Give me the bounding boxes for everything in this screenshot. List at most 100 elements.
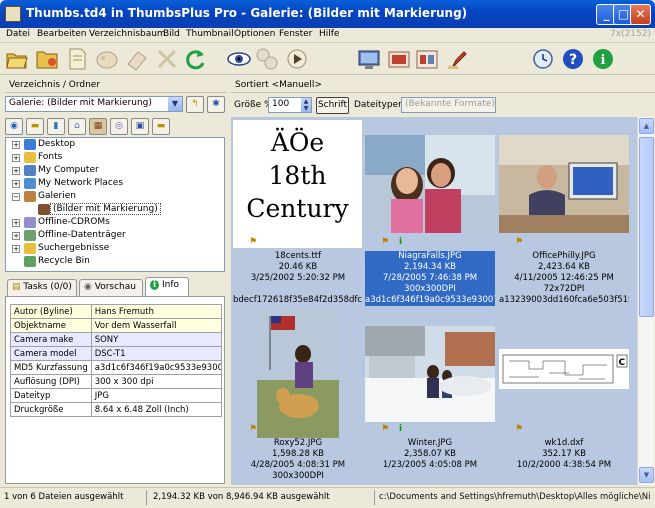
info-table: Autor (Byline) Hans Fremuth Objektname Vor… [10, 304, 223, 417]
print-icon[interactable] [414, 46, 440, 72]
collapse-icon[interactable]: − [12, 193, 20, 201]
expand-icon[interactable]: + [12, 167, 20, 175]
tasks-icon: ▤ [12, 282, 21, 292]
scroll-up-icon[interactable]: ▲ [639, 118, 654, 134]
menu-hilfe[interactable]: Hilfe [319, 29, 339, 39]
thumb-filename: 18cents.ttf [274, 251, 322, 261]
thumbnail-officephilly[interactable]: ⚑ OfficePhilly.JPG 2,423.64 KB 4/11/2005… [499, 120, 629, 305]
thumb-date: 1/23/2005 4:05:08 PM [382, 460, 478, 470]
eraser-icon[interactable] [124, 46, 150, 72]
folder-up-button[interactable]: ↰ [186, 96, 204, 113]
tab-info[interactable]: i Info [145, 277, 189, 296]
collapse-icon[interactable] [154, 46, 180, 72]
thumb-filesize: 2,358.07 KB [404, 449, 456, 459]
tree-cdrom-icon[interactable]: ◎ [110, 118, 128, 135]
gallery-scrollbar[interactable]: ▲ ▼ [637, 117, 654, 485]
spinner-icon[interactable]: ▲ ▼ [301, 98, 311, 112]
view-eye-icon[interactable] [226, 46, 252, 72]
scroll-down-icon[interactable]: ▼ [639, 467, 654, 483]
monitor-icon[interactable] [356, 46, 382, 72]
clock-icon[interactable] [530, 46, 556, 72]
thumbnail-roxy52[interactable]: ⚑ Roxy52.JPG 1,598.28 KB 4/28/2005 4:08:… [233, 307, 363, 485]
menu-datei[interactable]: Datei [6, 29, 30, 39]
tree-desktop-icon[interactable]: ◉ [5, 118, 23, 135]
tree-network-icon[interactable]: ⌂ [68, 118, 86, 135]
tree-search-folder-icon[interactable]: ▬ [152, 118, 170, 135]
scan-icon[interactable] [386, 46, 412, 72]
chevron-down-icon[interactable]: ▼ [168, 97, 182, 111]
expand-icon[interactable]: + [12, 219, 20, 227]
thumb-filesize: 2,423.64 KB [538, 262, 590, 272]
tree-toolbar: ◉ ▬ ▮ ⌂ ▦ ◎ ▣ ▬ [5, 118, 227, 135]
folder-tag-icon[interactable] [34, 46, 60, 72]
info-panel: Autor (Byline) Hans Fremuth Objektname Vor… [5, 296, 225, 484]
folder-pane-header: Verzeichnis / Ordner [5, 78, 227, 93]
info-value: SONY [90, 332, 223, 347]
help-icon[interactable]: ? [560, 46, 586, 72]
palette-icon[interactable] [94, 46, 120, 72]
table-row: Autor (Byline) Hans Fremuth [10, 304, 223, 319]
thumb-date: 3/25/2002 5:20:32 PM [250, 273, 346, 283]
slideshow-icon[interactable] [284, 46, 310, 72]
niagara-photo [365, 135, 495, 233]
expand-icon[interactable]: + [12, 141, 20, 149]
info-value: 8.64 x 6.48 Zoll (Inch) [90, 402, 223, 417]
mark-flag-icon: ⚑ [515, 237, 524, 247]
filetypes-select[interactable]: (Bekannte Formate) [401, 97, 496, 113]
scroll-thumb[interactable] [639, 137, 654, 317]
table-row: Camera make SONY [10, 332, 223, 347]
status-bar: 1 von 6 Dateien ausgewählt 2,194.32 KB v… [0, 487, 655, 508]
info-icon: i [150, 280, 160, 290]
document-icon[interactable] [64, 46, 90, 72]
tree-disk-icon[interactable]: ▣ [131, 118, 149, 135]
thumb-filesize: 2,194.34 KB [404, 262, 456, 272]
film-icon[interactable] [254, 46, 280, 72]
tree-gallery-icon[interactable]: ▦ [89, 118, 107, 135]
refresh-icon[interactable] [182, 46, 208, 72]
tree-folder-icon[interactable]: ▬ [26, 118, 44, 135]
expand-icon[interactable]: + [12, 180, 20, 188]
menu-bearbeiten[interactable]: Bearbeiten [37, 29, 86, 39]
pin-icon[interactable] [444, 46, 470, 72]
thumbnail-18cents[interactable]: ÄÖe 18th Century ⚑ 18cents.ttf 20.46 KB … [233, 120, 363, 305]
gallery-select-value: Galerie: (Bilder mit Markierung) [9, 98, 152, 108]
tree-label: Desktop [38, 139, 76, 149]
menu-bild[interactable]: Bild [163, 29, 180, 39]
menu-fenster[interactable]: Fenster [279, 29, 312, 39]
size-input[interactable]: 100 ▲ ▼ [268, 97, 312, 113]
tree-label: Fonts [38, 152, 63, 162]
expand-icon[interactable]: + [12, 232, 20, 240]
menu-verzeichnisbaum[interactable]: Verzeichnisbaum [89, 29, 166, 39]
open-folder-icon[interactable] [4, 46, 30, 72]
gallery-options-button[interactable]: ✱ [207, 96, 225, 113]
thumb-filename: Winter.JPG [407, 438, 453, 448]
thumb-filename: NiagraFalls.JPG [398, 251, 462, 261]
tab-tasks[interactable]: ▤ Tasks (0/0) [7, 279, 77, 296]
table-row: Druckgröße 8.64 x 6.48 Zoll (Inch) [10, 402, 223, 417]
gallery-select[interactable]: Galerie: (Bilder mit Markierung) ▼ [5, 96, 183, 112]
thumbnail-winter[interactable]: ⚑ i Winter.JPG 2,358.07 KB 1/23/2005 4:0… [365, 307, 495, 485]
font-button[interactable]: Schrift [316, 97, 349, 114]
expand-icon[interactable]: + [12, 154, 20, 162]
font-preview-image: ÄÖe 18th Century [233, 120, 362, 248]
info-icon[interactable]: i [590, 46, 616, 72]
image-counter: 7x(2152) [610, 29, 651, 39]
winter-photo [365, 326, 495, 422]
info-marker-icon: i [399, 237, 403, 247]
expand-icon[interactable]: + [12, 245, 20, 253]
drive-icon [24, 230, 36, 241]
tree-drive-icon[interactable]: ▮ [47, 118, 65, 135]
size-value: 100 [272, 99, 290, 109]
info-key: Camera make [10, 332, 92, 347]
cdrom-icon [24, 217, 36, 228]
menu-thumbnail[interactable]: Thumbnail [186, 29, 234, 39]
thumbnail-niagrafalls[interactable]: ⚑ i NiagraFalls.JPG 2,194.34 KB 7/28/200… [365, 120, 495, 306]
tab-preview[interactable]: ◉ Vorschau [79, 279, 143, 296]
thumb-md5: bdecf172618f35e84f2d358dfc... [233, 295, 363, 305]
menu-optionen[interactable]: Optionen [234, 29, 275, 39]
close-button[interactable]: ✕ [630, 4, 651, 25]
thumbnail-wk1d[interactable]: C ⚑ wk1d.dxf 352.17 KB 10/2/2000 4:38:54… [499, 307, 629, 485]
mark-flag-icon: ⚑ [381, 237, 390, 247]
info-value: DSC-T1 [90, 346, 223, 361]
tree-label: Offline-CDROMs [38, 217, 110, 227]
